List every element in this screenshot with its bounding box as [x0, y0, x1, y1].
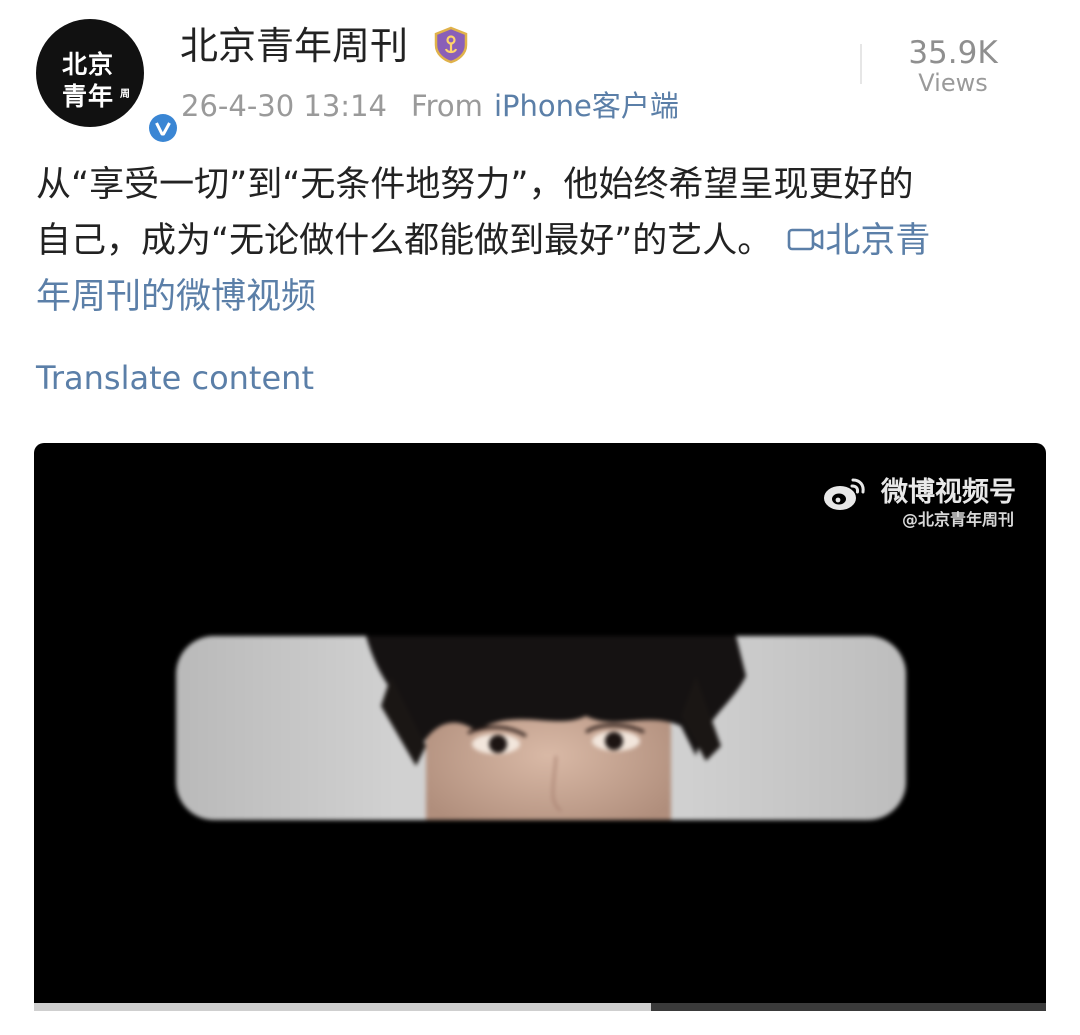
views-count: 35.9K	[908, 35, 998, 71]
post-text-line-3: 年周刊的微博视频	[36, 269, 1044, 325]
video-link-text-2[interactable]: 年周刊的微博视频	[36, 277, 316, 317]
views-divider	[860, 44, 862, 84]
video-player[interactable]: 微博视频号 @北京青年周刊	[34, 443, 1046, 1011]
avatar-logo-line2: 青年	[62, 82, 115, 111]
video-progress-fill	[34, 1003, 652, 1011]
avatar-logo-corner: 周	[120, 89, 130, 100]
avatar-logo-line1: 北京	[62, 50, 115, 79]
watermark-account: @北京青年周刊	[901, 510, 1014, 529]
source-link[interactable]: iPhone客户端	[494, 86, 679, 126]
avatar[interactable]: 北京 青年 周	[36, 19, 180, 145]
video-link-text-1[interactable]: 北京青	[825, 221, 930, 261]
views-label: Views	[918, 69, 988, 97]
post-timestamp: 26-4-30 13:14	[181, 89, 387, 123]
post-text: 从“享受一切”到“无条件地努力”，他始终希望呈现更好的 自己，成为“无论做什么都…	[36, 157, 1044, 325]
video-camera-icon	[787, 215, 825, 271]
post-text-line-1: 从“享受一切”到“无条件地努力”，他始终希望呈现更好的	[36, 165, 914, 205]
weibo-logo-icon	[822, 476, 866, 516]
avatar-logo: 北京 青年 周	[36, 19, 144, 127]
post-text-line-2: 自己，成为“无论做什么都能做到最好”的艺人。 北京青	[36, 213, 1044, 269]
verified-icon	[146, 111, 180, 145]
watermark-title: 微博视频号	[881, 477, 1016, 508]
username[interactable]: 北京青年周刊	[180, 22, 408, 70]
post-text-line-2-body: 自己，成为“无论做什么都能做到最好”的艺人。	[36, 221, 773, 261]
translate-button[interactable]: Translate content	[36, 357, 314, 399]
video-link[interactable]: 北京青	[772, 221, 930, 261]
video-frame-image	[176, 636, 906, 820]
shield-icon[interactable]	[432, 26, 470, 68]
from-label: From	[411, 89, 483, 123]
video-progress-bar[interactable]	[34, 1003, 1046, 1011]
